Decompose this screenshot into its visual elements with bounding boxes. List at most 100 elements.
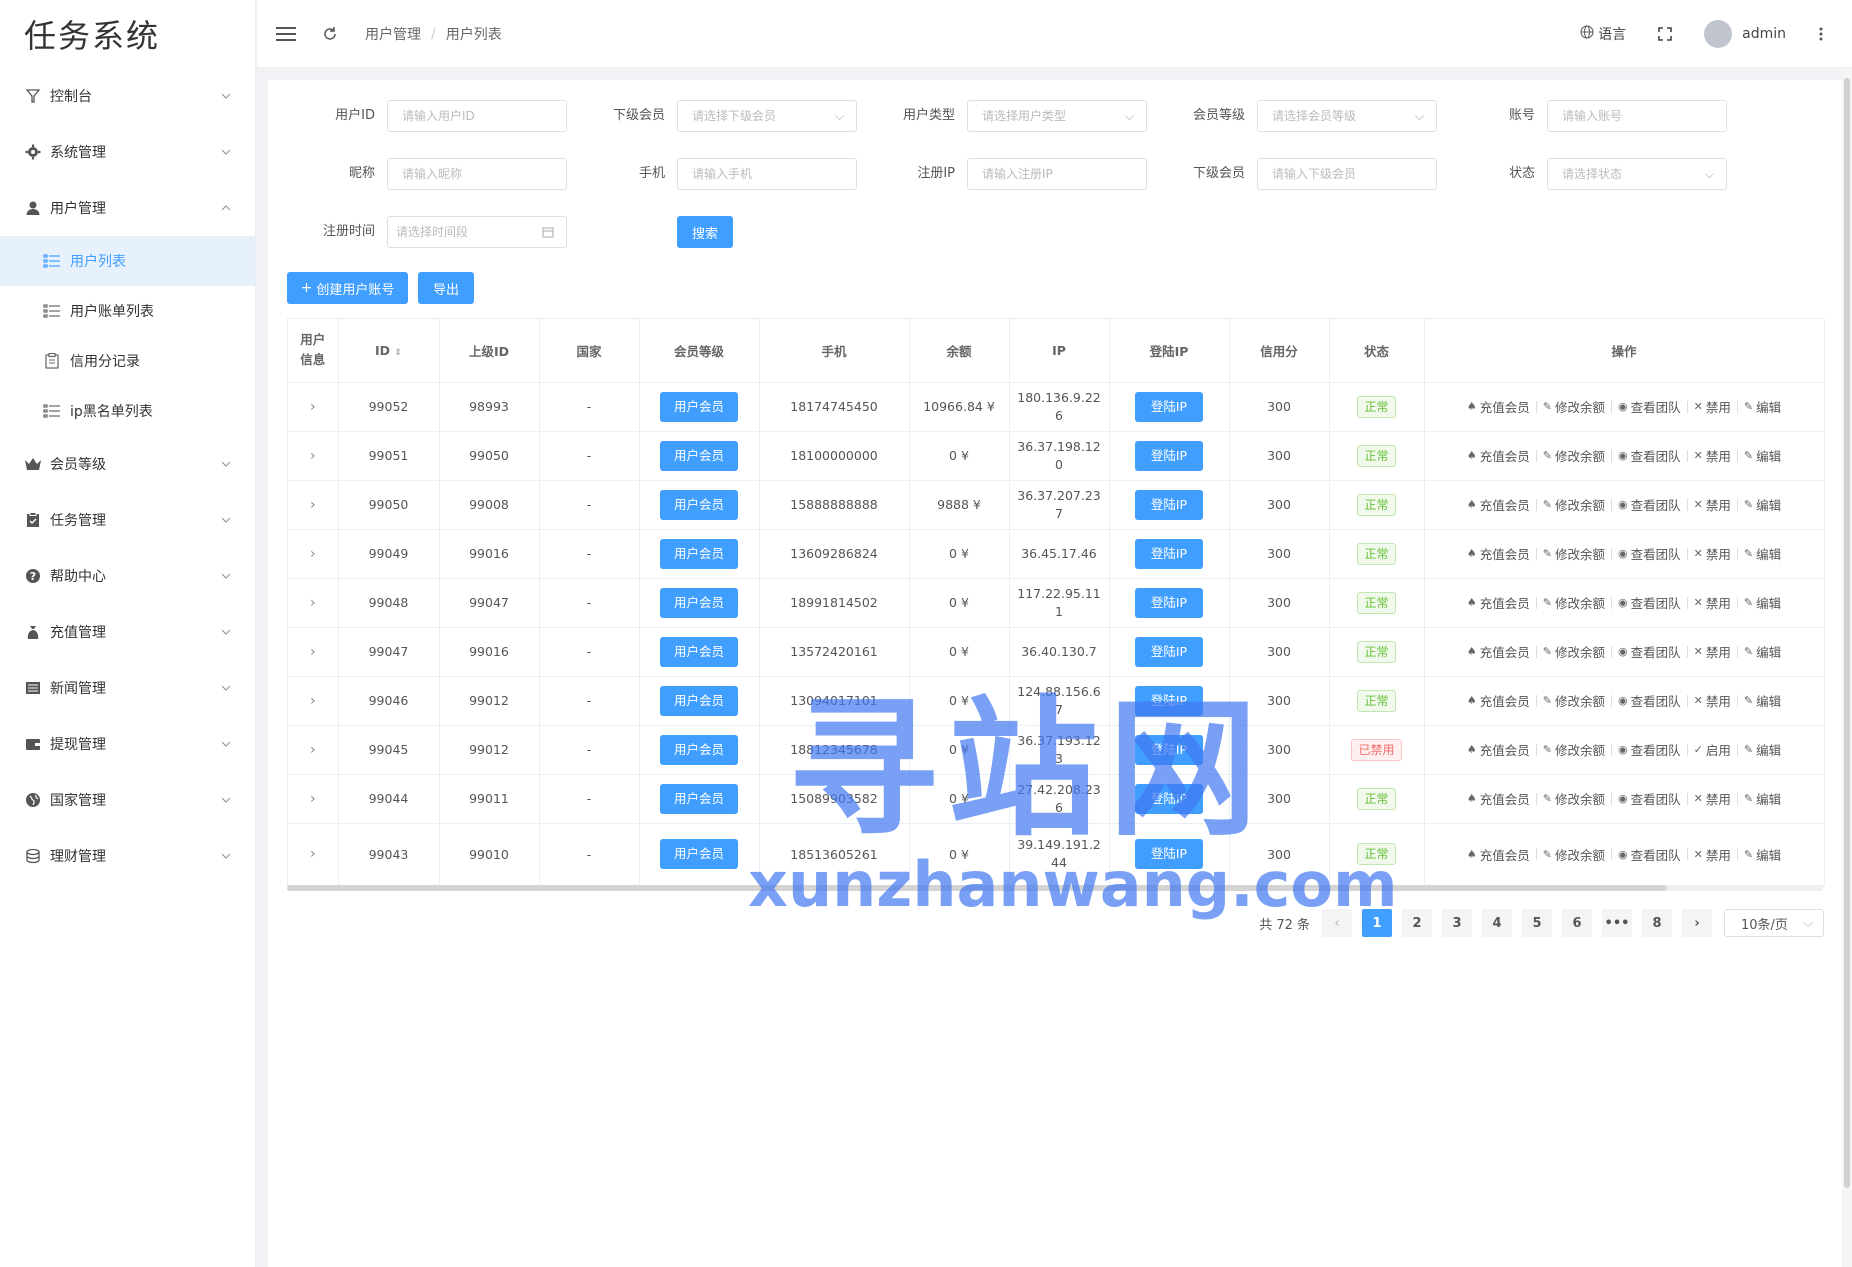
ban-button[interactable]: ✕ 禁用 (1694, 495, 1731, 514)
member-level-button[interactable]: 用户会员 (659, 440, 738, 471)
recharge-button[interactable]: ♠ 充值会员 (1467, 397, 1530, 416)
member-level-button[interactable]: 用户会员 (659, 783, 738, 814)
view-team-button[interactable]: ◉ 查看团队 (1618, 691, 1681, 710)
chevron-right-icon[interactable]: › (310, 546, 316, 562)
expand-cell[interactable]: › (288, 823, 339, 886)
ban-button[interactable]: ✕ 禁用 (1694, 544, 1731, 563)
login-ip-button[interactable]: 登陆IP (1134, 587, 1204, 618)
chevron-right-icon[interactable]: › (310, 448, 316, 464)
ban-button[interactable]: ✕ 禁用 (1694, 642, 1731, 661)
recharge-button[interactable]: ♠ 充值会员 (1467, 544, 1530, 563)
login-ip-button[interactable]: 登陆IP (1134, 839, 1204, 869)
edit-balance-button[interactable]: ✎ 修改余额 (1543, 691, 1605, 710)
fullscreen-icon[interactable] (1654, 23, 1676, 45)
create-user-button[interactable]: + 创建用户账号 (287, 272, 408, 304)
expand-cell[interactable]: › (288, 480, 339, 530)
view-team-button[interactable]: ◉ 查看团队 (1618, 845, 1681, 864)
sub-member-input[interactable]: 请输入下级会员 (1257, 158, 1437, 190)
chevron-right-icon[interactable]: › (310, 791, 316, 807)
expand-cell[interactable]: › (288, 382, 339, 432)
sort-icon[interactable]: ⇕ (394, 348, 402, 358)
ban-button[interactable]: ✕ 禁用 (1694, 593, 1731, 612)
member-level-button[interactable]: 用户会员 (659, 489, 738, 520)
login-ip-button[interactable]: 登陆IP (1134, 685, 1204, 716)
ban-button[interactable]: ✕ 禁用 (1694, 691, 1731, 710)
recharge-button[interactable]: ♠ 充值会员 (1467, 789, 1530, 808)
edit-button[interactable]: ✎ 编辑 (1744, 593, 1781, 612)
more-vertical-icon[interactable] (1810, 23, 1832, 45)
login-ip-button[interactable]: 登陆IP (1134, 734, 1204, 765)
prev-page-button[interactable]: ‹ (1322, 909, 1352, 937)
edit-button[interactable]: ✎ 编辑 (1744, 642, 1781, 661)
sub-member-select[interactable]: 请选择下级会员 ⌵ (677, 100, 857, 132)
ban-button[interactable]: ✕ 禁用 (1694, 789, 1731, 808)
view-team-button[interactable]: ◉ 查看团队 (1618, 446, 1681, 465)
sidebar-subitem-2-0[interactable]: 用户列表 (0, 236, 255, 286)
member-level-button[interactable]: 用户会员 (659, 839, 738, 869)
view-team-button[interactable]: ◉ 查看团队 (1618, 789, 1681, 808)
username[interactable]: admin (1742, 26, 1786, 42)
chevron-right-icon[interactable]: › (310, 644, 316, 660)
edit-button[interactable]: ✎ 编辑 (1744, 691, 1781, 710)
sidebar-item-6[interactable]: 充值管理 (0, 604, 255, 660)
edit-balance-button[interactable]: ✎ 修改余额 (1543, 446, 1605, 465)
table-horizontal-scrollbar[interactable] (287, 885, 1823, 891)
page-button[interactable]: 1 (1362, 909, 1392, 937)
chevron-right-icon[interactable]: › (310, 846, 316, 862)
view-team-button[interactable]: ◉ 查看团队 (1618, 740, 1681, 759)
user-id-input[interactable]: 请输入用户ID (387, 100, 567, 132)
sidebar-item-4[interactable]: 任务管理 (0, 492, 255, 548)
sidebar-item-9[interactable]: 国家管理 (0, 772, 255, 828)
chevron-right-icon[interactable]: › (310, 399, 316, 415)
recharge-button[interactable]: ♠ 充值会员 (1467, 740, 1530, 759)
refresh-icon[interactable] (319, 23, 341, 45)
more-pages-button[interactable]: ••• (1602, 909, 1632, 937)
expand-cell[interactable]: › (288, 676, 339, 726)
sidebar-item-3[interactable]: 会员等级 (0, 436, 255, 492)
sidebar-item-1[interactable]: 系统管理 (0, 124, 255, 180)
view-team-button[interactable]: ◉ 查看团队 (1618, 642, 1681, 661)
expand-cell[interactable]: › (288, 627, 339, 677)
edit-balance-button[interactable]: ✎ 修改余额 (1543, 397, 1605, 416)
page-button[interactable]: 6 (1562, 909, 1592, 937)
sidebar-subitem-2-2[interactable]: 信用分记录 (0, 336, 255, 386)
recharge-button[interactable]: ♠ 充值会员 (1467, 495, 1530, 514)
member-level-select[interactable]: 请选择会员等级 ⌵ (1257, 100, 1437, 132)
reg-time-picker[interactable]: 请选择时间段 (387, 216, 567, 248)
login-ip-button[interactable]: 登陆IP (1134, 489, 1204, 520)
edit-balance-button[interactable]: ✎ 修改余额 (1543, 544, 1605, 563)
login-ip-button[interactable]: 登陆IP (1134, 636, 1204, 667)
col-id[interactable]: ID ⇕ (338, 319, 440, 383)
login-ip-button[interactable]: 登陆IP (1134, 538, 1204, 569)
sidebar-subitem-2-3[interactable]: ip黑名单列表 (0, 386, 255, 436)
member-level-button[interactable]: 用户会员 (659, 587, 738, 618)
edit-button[interactable]: ✎ 编辑 (1744, 446, 1781, 465)
edit-button[interactable]: ✎ 编辑 (1744, 845, 1781, 864)
sidebar-subitem-2-1[interactable]: 用户账单列表 (0, 286, 255, 336)
phone-input[interactable]: 请输入手机 (677, 158, 857, 190)
member-level-button[interactable]: 用户会员 (659, 734, 738, 765)
expand-cell[interactable]: › (288, 578, 339, 628)
expand-cell[interactable]: › (288, 725, 339, 775)
expand-cell[interactable]: › (288, 431, 339, 481)
export-button[interactable]: 导出 (418, 272, 474, 304)
sidebar-item-7[interactable]: 新闻管理 (0, 660, 255, 716)
member-level-button[interactable]: 用户会员 (659, 538, 738, 569)
login-ip-button[interactable]: 登陆IP (1134, 391, 1204, 422)
search-button[interactable]: 搜索 (677, 216, 733, 248)
member-level-button[interactable]: 用户会员 (659, 391, 738, 422)
sidebar-item-5[interactable]: ? 帮助中心 (0, 548, 255, 604)
account-input[interactable]: 请输入账号 (1547, 100, 1727, 132)
sidebar-item-2[interactable]: 用户管理 (0, 180, 255, 236)
next-page-button[interactable]: › (1682, 909, 1712, 937)
edit-balance-button[interactable]: ✎ 修改余额 (1543, 642, 1605, 661)
page-button[interactable]: 4 (1482, 909, 1512, 937)
ban-button[interactable]: ✕ 禁用 (1694, 845, 1731, 864)
reg-ip-input[interactable]: 请输入注册IP (967, 158, 1147, 190)
view-team-button[interactable]: ◉ 查看团队 (1618, 593, 1681, 612)
login-ip-button[interactable]: 登陆IP (1134, 440, 1204, 471)
recharge-button[interactable]: ♠ 充值会员 (1467, 845, 1530, 864)
chevron-right-icon[interactable]: › (310, 595, 316, 611)
hamburger-menu-icon[interactable] (275, 23, 297, 45)
member-level-button[interactable]: 用户会员 (659, 685, 738, 716)
